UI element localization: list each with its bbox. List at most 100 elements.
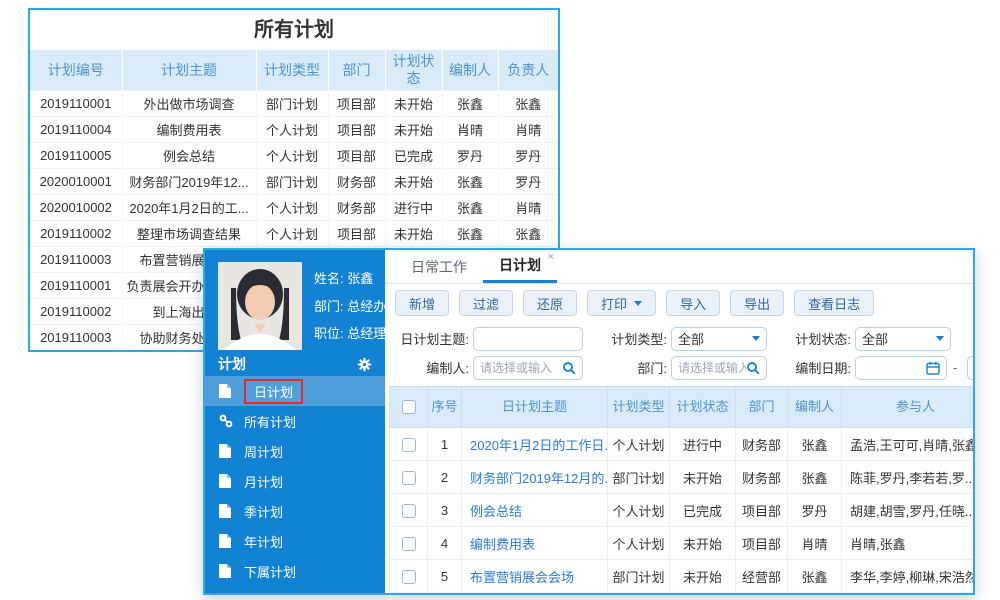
tab-label: 日计划 <box>499 257 541 273</box>
cell: 张鑫 <box>497 220 558 247</box>
row-checkbox[interactable] <box>401 437 416 452</box>
toolbar-button[interactable]: 还原 <box>523 290 578 316</box>
column-header: 计划主题 <box>121 50 256 91</box>
sidebar-item[interactable]: 周计划 <box>205 436 385 466</box>
toolbar-button[interactable]: 新增 <box>395 290 450 316</box>
column-header: 参与人 <box>841 386 973 428</box>
cell: 部门计划 <box>255 168 328 195</box>
participants-cell: 李华,李婷,柳琳,宋浩然 <box>841 559 973 593</box>
cell: 张鑫 <box>441 194 498 221</box>
cell: 未开始 <box>384 168 442 195</box>
row-checkbox[interactable] <box>401 503 416 518</box>
table-row: 2019110005 例会总结 个人计划 项目部 已完成 罗丹 罗丹 <box>30 142 558 169</box>
toolbar-button[interactable]: 打印 <box>587 290 657 316</box>
date-input-end[interactable] <box>967 355 973 380</box>
button-label: 还原 <box>537 296 564 312</box>
cell: 肖晴 <box>497 194 558 221</box>
calendar-icon[interactable] <box>926 361 940 375</box>
day-plan-grid: 序号 日计划主题 计划类型 计划状态 部门 编制人 参与人 1 2020年1月2日的工作日..… <box>389 386 973 593</box>
plan-status-cell: 未开始 <box>669 559 736 593</box>
tab[interactable]: 日计划 × <box>483 250 557 283</box>
plan-subject-link[interactable]: 例会总结 <box>470 504 522 519</box>
cell: 2019110002 <box>30 220 122 247</box>
profile-name: 姓名: 张鑫 <box>314 271 374 286</box>
plan-subject-link[interactable]: 布置营销展会会场 <box>470 570 574 585</box>
select-dropdown[interactable]: 全部 <box>671 326 767 351</box>
filter-label: 计划类型: <box>611 332 667 347</box>
row-checkbox[interactable] <box>401 470 416 485</box>
cell: 2019110002 <box>30 298 122 325</box>
column-header: 计划状态 <box>669 386 736 428</box>
document-icon <box>219 534 234 548</box>
tab-close-icon[interactable]: × <box>548 251 554 263</box>
department-cell: 项目部 <box>735 493 788 527</box>
search-input[interactable]: 请选择或输入 <box>473 355 583 380</box>
user-profile: 姓名: 张鑫 部门: 总经办 职位: 总经理 <box>205 250 385 352</box>
toolbar-button[interactable]: 导出 <box>730 290 785 316</box>
toolbar-button[interactable]: 导入 <box>666 290 721 316</box>
cell: 个人计划 <box>255 220 328 247</box>
cell: 2019110001 <box>30 272 122 299</box>
cell: 张鑫 <box>441 168 498 195</box>
column-header: 编制人 <box>787 386 842 428</box>
search-input[interactable]: 请选择或输入 <box>671 355 767 380</box>
date-separator: - <box>953 360 958 375</box>
table-row: 2019110002 整理市场调查结果 个人计划 项目部 未开始 张鑫 张鑫 <box>30 220 558 247</box>
column-header: 负责人 <box>497 50 558 91</box>
cell: 进行中 <box>384 194 442 221</box>
sidebar-item[interactable]: 年计划 <box>205 526 385 556</box>
sidebar-item[interactable]: 下属计划 <box>205 556 385 586</box>
filter-row-1: 日计划主题:计划类型:全部计划状态:全部计 <box>385 324 973 353</box>
subject-cell: 编制费用表 <box>461 526 608 560</box>
cell <box>389 526 428 560</box>
button-label: 查看日志 <box>808 296 861 312</box>
row-checkbox[interactable] <box>401 536 416 551</box>
column-header: 计划类型 <box>607 386 670 428</box>
filter-row-2: 编制人: 请选择或输入 部门: 请选择或输入 编制日期: - <box>385 353 973 382</box>
row-number-cell: 3 <box>427 493 462 527</box>
creator-cell: 张鑫 <box>787 559 842 593</box>
sidebar-item[interactable]: 月计划 <box>205 466 385 496</box>
date-input-start[interactable] <box>855 355 947 380</box>
tab[interactable]: 日常工作 <box>395 250 483 283</box>
cell: 项目部 <box>327 142 385 169</box>
plan-subject-link[interactable]: 财务部门2019年12月的... <box>470 471 607 486</box>
button-label: 过滤 <box>473 296 500 312</box>
toolbar-button[interactable]: 过滤 <box>459 290 514 316</box>
cell: 财务部 <box>327 194 385 221</box>
cell: 2020010002 <box>30 194 122 221</box>
creator-cell: 肖晴 <box>787 526 842 560</box>
plan-status-cell: 已完成 <box>669 493 736 527</box>
caret-down-icon <box>752 336 760 341</box>
cell: 已完成 <box>384 142 442 169</box>
sidebar: 姓名: 张鑫 部门: 总经办 职位: 总经理 计划 日计划 所有计划 周计划 月计划季… <box>205 250 385 593</box>
sidebar-item[interactable]: 季计划 <box>205 496 385 526</box>
plan-subject-link[interactable]: 编制费用表 <box>470 537 535 552</box>
grid-header-row: 序号 日计划主题 计划类型 计划状态 部门 编制人 参与人 <box>389 386 973 428</box>
table-row: 3 例会总结 个人计划 已完成 项目部 罗丹 胡建,胡雪,罗丹,任晓... <box>389 493 973 527</box>
subject-cell: 布置营销展会会场 <box>461 559 608 593</box>
filter-label: 编制日期: <box>795 361 851 376</box>
document-icon <box>219 474 234 488</box>
cell <box>389 427 428 461</box>
select-all-checkbox[interactable] <box>401 400 416 415</box>
cell: 肖晴 <box>441 116 498 143</box>
document-icon <box>219 504 234 518</box>
select-dropdown[interactable]: 全部 <box>855 326 951 351</box>
row-number-cell: 5 <box>427 559 462 593</box>
gear-icon[interactable] <box>357 357 372 372</box>
document-icon <box>219 444 234 458</box>
cell: 个人计划 <box>255 142 328 169</box>
row-checkbox[interactable] <box>401 569 416 584</box>
cell: 外出做市场调查 <box>121 90 256 117</box>
participants-cell: 胡建,胡雪,罗丹,任晓... <box>841 493 973 527</box>
toolbar-button[interactable]: 查看日志 <box>794 290 875 316</box>
cell <box>389 559 428 593</box>
select-value: 全部 <box>862 332 889 347</box>
search-icon[interactable] <box>562 361 576 375</box>
sidebar-item[interactable]: 所有计划 <box>205 406 385 436</box>
sidebar-item[interactable]: 日计划 <box>205 376 385 406</box>
text-input[interactable] <box>473 326 583 351</box>
search-icon[interactable] <box>746 361 760 375</box>
plan-subject-link[interactable]: 2020年1月2日的工作日... <box>470 438 607 453</box>
